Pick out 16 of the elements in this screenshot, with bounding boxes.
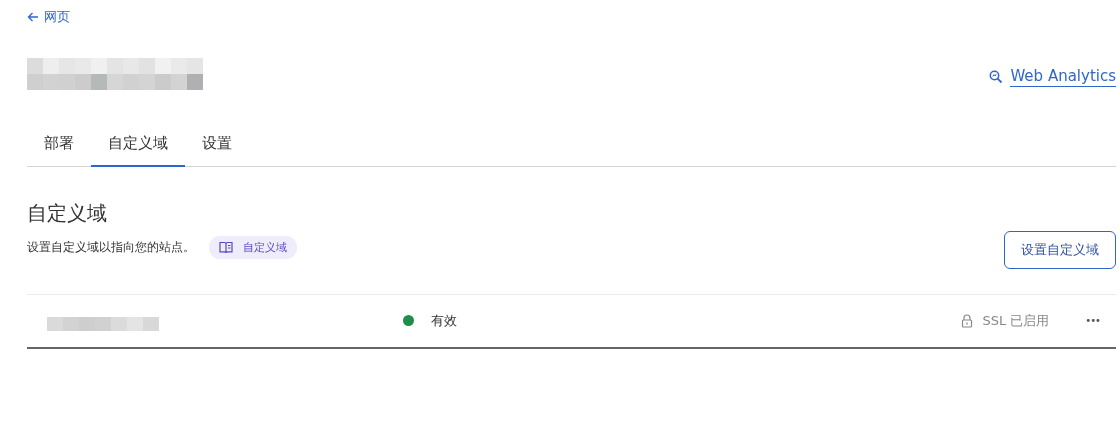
section-title: 自定义域 (27, 199, 108, 227)
lock-icon (961, 313, 974, 328)
section-description: 设置自定义域以指向您的站点。 (27, 238, 195, 256)
tab[interactable]: 自定义域 (91, 128, 185, 167)
more-menu-button[interactable]: ••• (1081, 313, 1104, 328)
book-icon (219, 240, 233, 254)
back-arrow-icon (27, 12, 39, 22)
setup-domain-button[interactable]: 设置自定义域 (1004, 230, 1116, 269)
status-text: 有效 (431, 311, 457, 330)
search-icon (989, 70, 1004, 84)
back-link[interactable]: 网页 (27, 6, 70, 28)
tab[interactable]: 部署 (27, 128, 91, 167)
docs-link[interactable]: 自定义域 (209, 235, 297, 259)
tab[interactable]: 设置 (185, 128, 249, 167)
ssl-status: SSL 已启用 (982, 311, 1050, 330)
web-analytics-link[interactable]: Web Analytics (989, 67, 1116, 87)
